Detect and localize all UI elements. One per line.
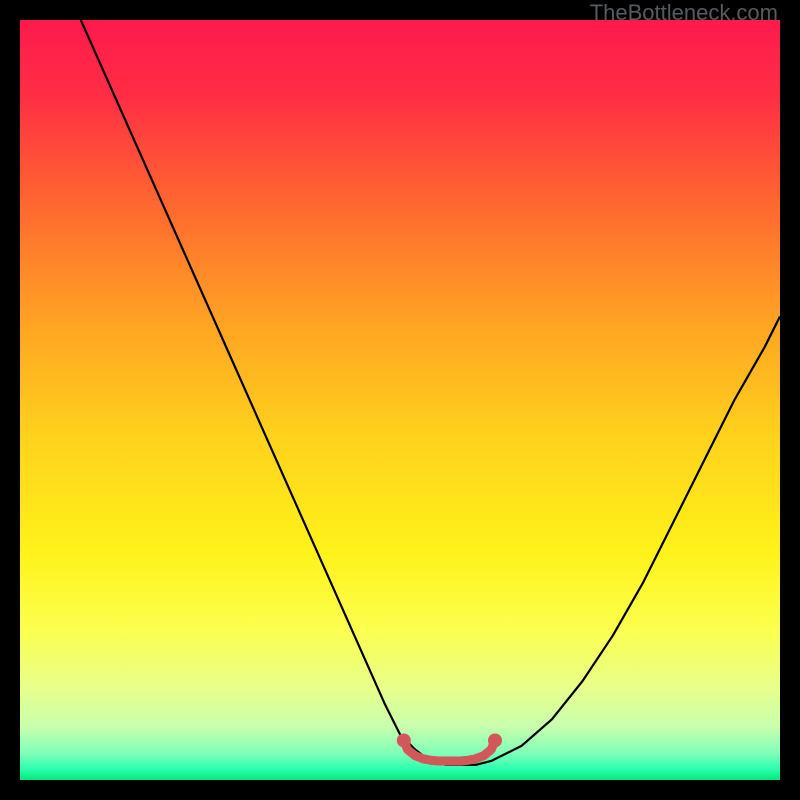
watermark-text: TheBottleneck.com bbox=[590, 0, 778, 26]
optimal-range-right-dot bbox=[488, 733, 502, 747]
plot-frame bbox=[20, 20, 780, 780]
optimal-range-left-dot bbox=[397, 733, 411, 747]
chart-svg bbox=[20, 20, 780, 780]
chart-background bbox=[20, 20, 780, 780]
